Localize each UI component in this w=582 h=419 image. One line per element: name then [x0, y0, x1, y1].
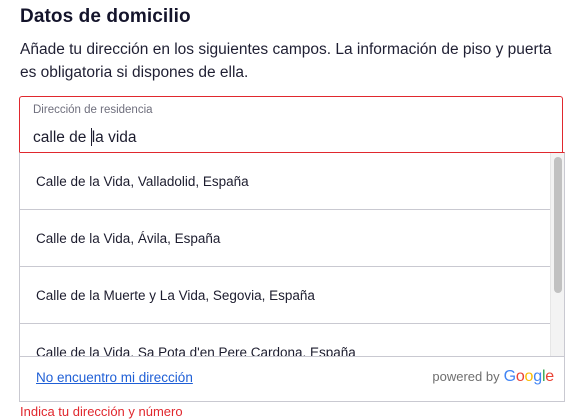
section-description: Añade tu dirección en los siguientes cam…: [20, 41, 552, 81]
suggestion-item[interactable]: Calle de la Muerte y La Vida, Segovia, E…: [20, 267, 550, 324]
scrollbar-thumb[interactable]: [554, 157, 562, 293]
address-field[interactable]: Dirección de residencia calle de la vida: [19, 96, 563, 152]
address-input-text-before-caret: calle de: [33, 129, 91, 146]
address-suggestions-dropdown: Calle de la Vida, Valladolid, España Cal…: [19, 152, 565, 402]
address-input-text-after-caret: la vida: [91, 129, 137, 146]
suggestion-list: Calle de la Vida, Valladolid, España Cal…: [20, 153, 550, 356]
suggestion-item[interactable]: Calle de la Vida, Ávila, España: [20, 210, 550, 267]
suggestion-scrollbar[interactable]: [550, 153, 564, 356]
address-error-message: Indica tu dirección y número: [20, 404, 183, 419]
address-input[interactable]: calle de la vida: [33, 128, 137, 147]
powered-by-text: powered by: [432, 369, 500, 384]
powered-by-google-logo: powered by Google: [432, 368, 554, 386]
google-logo: Google: [503, 368, 555, 385]
address-not-found-link[interactable]: No encuentro mi dirección: [36, 370, 193, 385]
dropdown-footer: No encuentro mi dirección powered by Goo…: [20, 356, 564, 401]
suggestion-item[interactable]: Calle de la Vida, Sa Pota d'en Pere Card…: [20, 324, 550, 357]
section-title: Datos de domicilio: [20, 6, 191, 27]
suggestion-item[interactable]: Calle de la Vida, Valladolid, España: [20, 153, 550, 210]
address-field-label: Dirección de residencia: [33, 104, 153, 116]
